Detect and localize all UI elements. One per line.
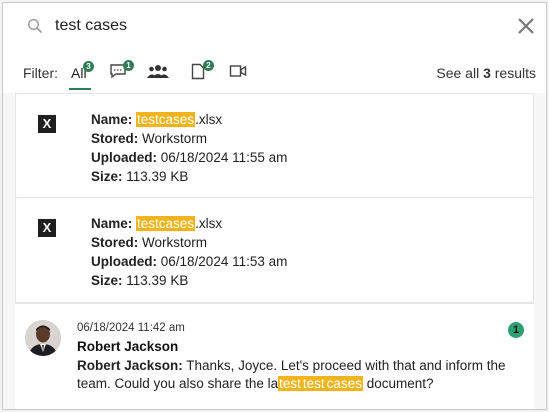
uploaded-value: 06/18/2024 11:55 am <box>160 150 288 165</box>
uploaded-label: Uploaded: <box>91 150 157 165</box>
message-timestamp: 06/18/2024 11:42 am <box>77 322 185 334</box>
file-meta: Name: testcases.xlsx Stored: Workstorm U… <box>91 110 287 186</box>
file-name-label: Name: <box>91 112 133 127</box>
file-name-extension: .xlsx <box>195 216 223 231</box>
see-all-results-link[interactable]: See all 3 results <box>436 65 536 81</box>
filter-label: Filter: <box>23 65 58 81</box>
file-meta: Name: testcases.xlsx Stored: Workstorm U… <box>91 214 287 290</box>
message-filter-badge: 1 <box>123 60 134 71</box>
file-name-highlight: testcases <box>136 216 196 231</box>
see-all-suffix: results <box>494 65 536 81</box>
filter-active-underline <box>69 88 91 90</box>
file-name-label: Name: <box>91 216 133 231</box>
message-result[interactable]: 06/18/2024 11:42 am Robert Jackson Rober… <box>15 303 534 409</box>
file-name-extension: .xlsx <box>195 112 223 127</box>
message-highlight: cases <box>325 376 363 391</box>
message-highlight: test <box>278 376 302 391</box>
message-body: Robert Jackson: Thanks, Joyce. Let's pro… <box>77 357 517 393</box>
size-label: Size: <box>91 169 123 184</box>
message-body-tail: document? <box>366 376 434 391</box>
stored-label: Stored: <box>91 131 139 146</box>
size-label: Size: <box>91 273 123 288</box>
file-result[interactable]: X Name: testcases.xlsx Stored: Workstorm… <box>15 197 534 303</box>
close-icon[interactable] <box>516 16 536 36</box>
message-highlight: test <box>301 376 326 391</box>
message-sender: Robert Jackson <box>77 339 179 354</box>
search-input[interactable]: test cases <box>55 17 127 35</box>
unread-badge: 1 <box>508 322 524 338</box>
avatar <box>25 320 61 356</box>
excel-file-icon: X <box>38 115 56 133</box>
message-body-sender: Robert Jackson: <box>77 358 183 373</box>
see-all-count: 3 <box>483 65 491 81</box>
file-result[interactable]: X Name: testcases.xlsx Stored: Workstorm… <box>15 93 534 199</box>
excel-file-icon: X <box>38 219 56 237</box>
filter-all-badge: 3 <box>83 61 94 72</box>
file-filter-badge: 2 <box>203 60 214 71</box>
filter-row: Filter: All 3 1 2 See all 3 results <box>3 51 546 93</box>
search-popup: test cases Filter: All 3 1 2 See all 3 r… <box>2 2 547 410</box>
video-filter-icon[interactable] <box>229 63 247 79</box>
people-filter-icon[interactable] <box>147 63 169 79</box>
stored-label: Stored: <box>91 235 139 250</box>
results-list: X Name: testcases.xlsx Stored: Workstorm… <box>3 93 546 409</box>
file-name-highlight: testcases <box>136 112 196 127</box>
search-icon <box>27 18 43 34</box>
uploaded-label: Uploaded: <box>91 254 157 269</box>
search-bar[interactable]: test cases <box>3 3 546 52</box>
user-avatar-image <box>25 320 61 356</box>
size-value: 113.39 KB <box>126 273 189 288</box>
stored-value: Workstorm <box>142 131 208 146</box>
stored-value: Workstorm <box>142 235 208 250</box>
see-all-prefix: See all <box>436 65 480 81</box>
uploaded-value: 06/18/2024 11:53 am <box>160 254 288 269</box>
size-value: 113.39 KB <box>126 169 189 184</box>
